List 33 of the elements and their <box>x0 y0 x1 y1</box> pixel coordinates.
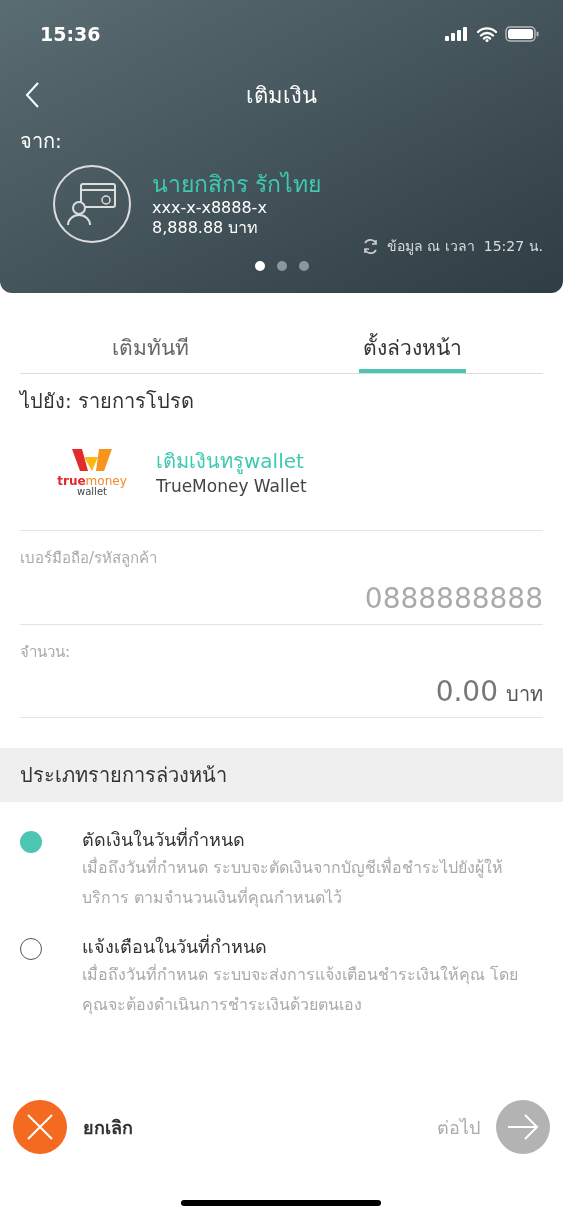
destination-label: ไปยัง: รายการโปรด <box>20 387 196 415</box>
refresh-icon <box>361 238 379 255</box>
update-time: ข้อมูล ณ เวลา 15:27 น. <box>386 237 543 257</box>
tab[interactable]: ตั้งล่วงหน้า <box>281 333 543 373</box>
status-time: 15:36 <box>40 21 101 47</box>
cancel-button[interactable]: ยกเลิก <box>13 1100 133 1154</box>
biller-subtitle: TrueMoney Wallet <box>156 475 307 498</box>
account-card-icon <box>52 164 132 244</box>
radio-option[interactable]: ตัดเงินในวันที่กำหนด เมื่อถึงวันที่กำหนด ระบบจะตัดเงินจากบัญชีเพื่อชำระไปยังผู้ให้บริการ ตามจำนวนเงินที่คุณกำหนดไว้ <box>20 826 543 914</box>
close-icon <box>27 1114 53 1140</box>
field-label: เบอร์มือถือ/รหัสลูกค้า <box>20 548 159 570</box>
option-title: แจ้งเตือนในวันที่กำหนด <box>82 933 268 960</box>
page-title: เติมเงิน <box>246 81 317 110</box>
option-description: เมื่อถึงวันที่กำหนด ระบบจะส่งการแจ้งเตือนชำระเงินให้คุณ โดยคุณจะต้องดำเนินการชำระเงินด้วยตนเอง <box>82 963 520 1017</box>
radio-button[interactable] <box>20 831 42 854</box>
signal-icon <box>445 27 469 41</box>
option-description: เมื่อถึงวันที่กำหนด ระบบจะตัดเงินจากบัญชีเพื่อชำระไปยังผู้ให้บริการ ตามจำนวนเงินที่คุณกำหนดไว้ <box>82 856 505 910</box>
section-header: ประเภทรายการล่วงหน้า <box>0 748 563 803</box>
option-title: ตัดเงินในวันที่กำหนด <box>82 826 246 853</box>
back-icon <box>24 81 40 109</box>
account-name: นายกสิกร รักไทย <box>152 169 322 199</box>
wallet-logo: truemoney wallet <box>52 448 132 497</box>
account-balance: 8,888.88 บาท <box>152 218 260 239</box>
tab[interactable]: เติมทันที <box>20 333 282 373</box>
biller-name: เติมเงินทรูwallet <box>156 447 305 475</box>
from-label: จาก: <box>20 128 63 155</box>
account-number: xxx-x-x8888-x <box>152 198 268 219</box>
battery-icon <box>505 26 539 42</box>
field-label: จำนวน: <box>20 641 72 663</box>
wifi-icon <box>477 26 497 42</box>
input-field[interactable]: 0.00 บาท <box>20 671 543 714</box>
radio-option[interactable]: แจ้งเตือนในวันที่กำหนด เมื่อถึงวันที่กำหนด ระบบจะส่งการแจ้งเตือนชำระเงินให้คุณ โดยคุณจะต้องดำเนินการชำระเงินด้วยตนเอง <box>20 933 543 1021</box>
arrow-right-icon <box>507 1114 539 1140</box>
